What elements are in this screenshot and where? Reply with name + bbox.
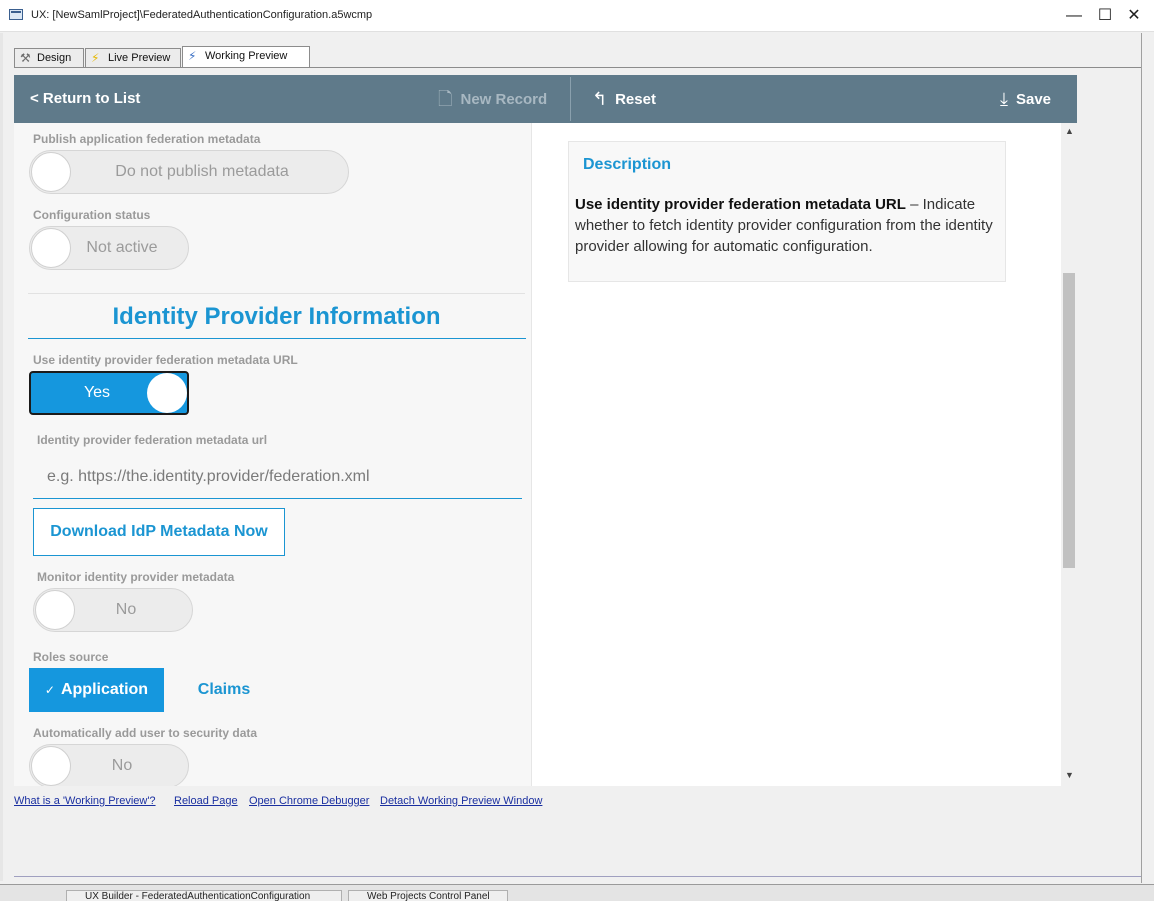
description-panel: Description Use identity provider federa… xyxy=(568,141,1006,282)
tab-live-preview[interactable]: ⚡ Live Preview xyxy=(85,48,181,68)
taskbar-item-ux-builder[interactable]: UX Builder - FederatedAuthenticationConf… xyxy=(66,890,342,901)
minimize-button[interactable]: — xyxy=(1062,6,1086,26)
taskbar-item-web-projects[interactable]: Web Projects Control Panel xyxy=(348,890,508,901)
option-label: Application xyxy=(60,681,149,698)
configuration-status-toggle[interactable]: Not active xyxy=(29,226,189,270)
app-window-icon xyxy=(9,9,23,20)
use-metadata-url-label: Use identity provider federation metadat… xyxy=(33,353,298,367)
preview-content: Publish application federation metadata … xyxy=(14,123,1077,786)
description-body: Use identity provider federation metadat… xyxy=(575,194,995,257)
left-frame-strip xyxy=(0,33,3,881)
toggle-label: No xyxy=(115,601,137,618)
new-document-icon: 🗋 xyxy=(438,89,453,109)
toolbar-separator xyxy=(570,77,571,121)
tab-baseline xyxy=(14,67,1141,68)
checkmark-icon: ✓ xyxy=(44,683,55,697)
section-underline xyxy=(28,338,526,339)
metadata-url-label: Identity provider federation metadata ur… xyxy=(37,433,268,447)
roles-source-label: Roles source xyxy=(33,650,109,664)
save-label: Save xyxy=(1015,91,1052,108)
tab-design[interactable]: ⚒ Design xyxy=(14,48,84,68)
toggle-knob xyxy=(31,746,71,786)
new-record-label: New Record xyxy=(460,91,548,108)
publish-metadata-label: Publish application federation metadata xyxy=(33,132,261,146)
tab-label: Live Preview xyxy=(108,52,171,64)
right-frame xyxy=(1141,33,1154,883)
toggle-knob xyxy=(31,152,71,192)
toggle-label: No xyxy=(111,757,133,774)
roles-source-application-option[interactable]: ✓ Application xyxy=(29,668,164,712)
metadata-url-input[interactable]: e.g. https://the.identity.provider/feder… xyxy=(33,456,522,499)
return-to-list-button[interactable]: < Return to List xyxy=(30,75,140,123)
save-download-icon: ⤓ xyxy=(1000,89,1008,109)
design-tools-icon: ⚒ xyxy=(20,51,31,65)
tab-working-preview[interactable]: ⚡ Working Preview xyxy=(182,46,310,68)
save-button[interactable]: ⤓ Save xyxy=(1000,75,1051,123)
lightning-icon: ⚡ xyxy=(188,49,197,63)
reload-page-link[interactable]: Reload Page xyxy=(174,795,238,807)
toggle-label: Not active xyxy=(86,239,158,256)
tab-label: Working Preview xyxy=(205,50,288,62)
description-title: Description xyxy=(583,156,672,173)
document-taskbar: UX Builder - FederatedAuthenticationConf… xyxy=(0,884,1154,901)
roles-source-claims-option[interactable]: Claims xyxy=(184,668,264,712)
record-toolbar: < Return to List 🗋 New Record ↰ Reset ⤓ Sav… xyxy=(14,75,1077,123)
toggle-knob xyxy=(147,373,187,413)
new-record-button[interactable]: 🗋 New Record xyxy=(438,75,547,123)
content-scrollbar[interactable]: ▲ ▼ xyxy=(1061,123,1077,786)
configuration-status-label: Configuration status xyxy=(33,208,151,222)
close-button[interactable]: ✕ xyxy=(1122,6,1146,26)
description-dash: – xyxy=(905,196,923,213)
open-chrome-debugger-link[interactable]: Open Chrome Debugger xyxy=(249,795,369,807)
section-title: Identity Provider Information xyxy=(112,303,441,330)
maximize-button[interactable]: ☐ xyxy=(1093,6,1117,26)
lightning-icon: ⚡ xyxy=(91,51,100,65)
reset-label: Reset xyxy=(615,91,656,108)
working-preview-help-link[interactable]: What is a 'Working Preview'? xyxy=(14,795,156,807)
scroll-down-arrow-icon[interactable]: ▼ xyxy=(1065,770,1074,780)
undo-icon: ↰ xyxy=(592,89,608,109)
publish-metadata-toggle[interactable]: Do not publish metadata xyxy=(29,150,349,194)
detach-preview-window-link[interactable]: Detach Working Preview Window xyxy=(380,795,542,807)
toggle-knob xyxy=(35,590,75,630)
toggle-label: Do not publish metadata xyxy=(115,163,289,180)
toggle-knob xyxy=(31,228,71,268)
reset-button[interactable]: ↰ Reset xyxy=(592,75,656,123)
monitor-metadata-label: Monitor identity provider metadata xyxy=(37,570,235,584)
tab-label: Design xyxy=(37,52,72,64)
use-metadata-url-toggle[interactable]: Yes xyxy=(29,371,189,415)
window-title: UX: [NewSamlProject]\FederatedAuthentica… xyxy=(31,9,373,21)
section-divider xyxy=(28,293,525,294)
scroll-thumb[interactable] xyxy=(1063,273,1075,568)
description-term: Use identity provider federation metadat… xyxy=(575,196,906,213)
download-idp-metadata-button[interactable]: Download IdP Metadata Now xyxy=(33,508,285,556)
window-titlebar: UX: [NewSamlProject]\FederatedAuthentica… xyxy=(0,0,1154,32)
toggle-label: Yes xyxy=(83,384,111,401)
monitor-metadata-toggle[interactable]: No xyxy=(33,588,193,632)
auto-add-user-toggle[interactable]: No xyxy=(29,744,189,786)
scroll-up-arrow-icon[interactable]: ▲ xyxy=(1065,126,1074,136)
auto-add-user-label: Automatically add user to security data xyxy=(33,726,258,740)
form-panel: Publish application federation metadata … xyxy=(14,123,532,786)
bottom-separator xyxy=(14,876,1141,877)
